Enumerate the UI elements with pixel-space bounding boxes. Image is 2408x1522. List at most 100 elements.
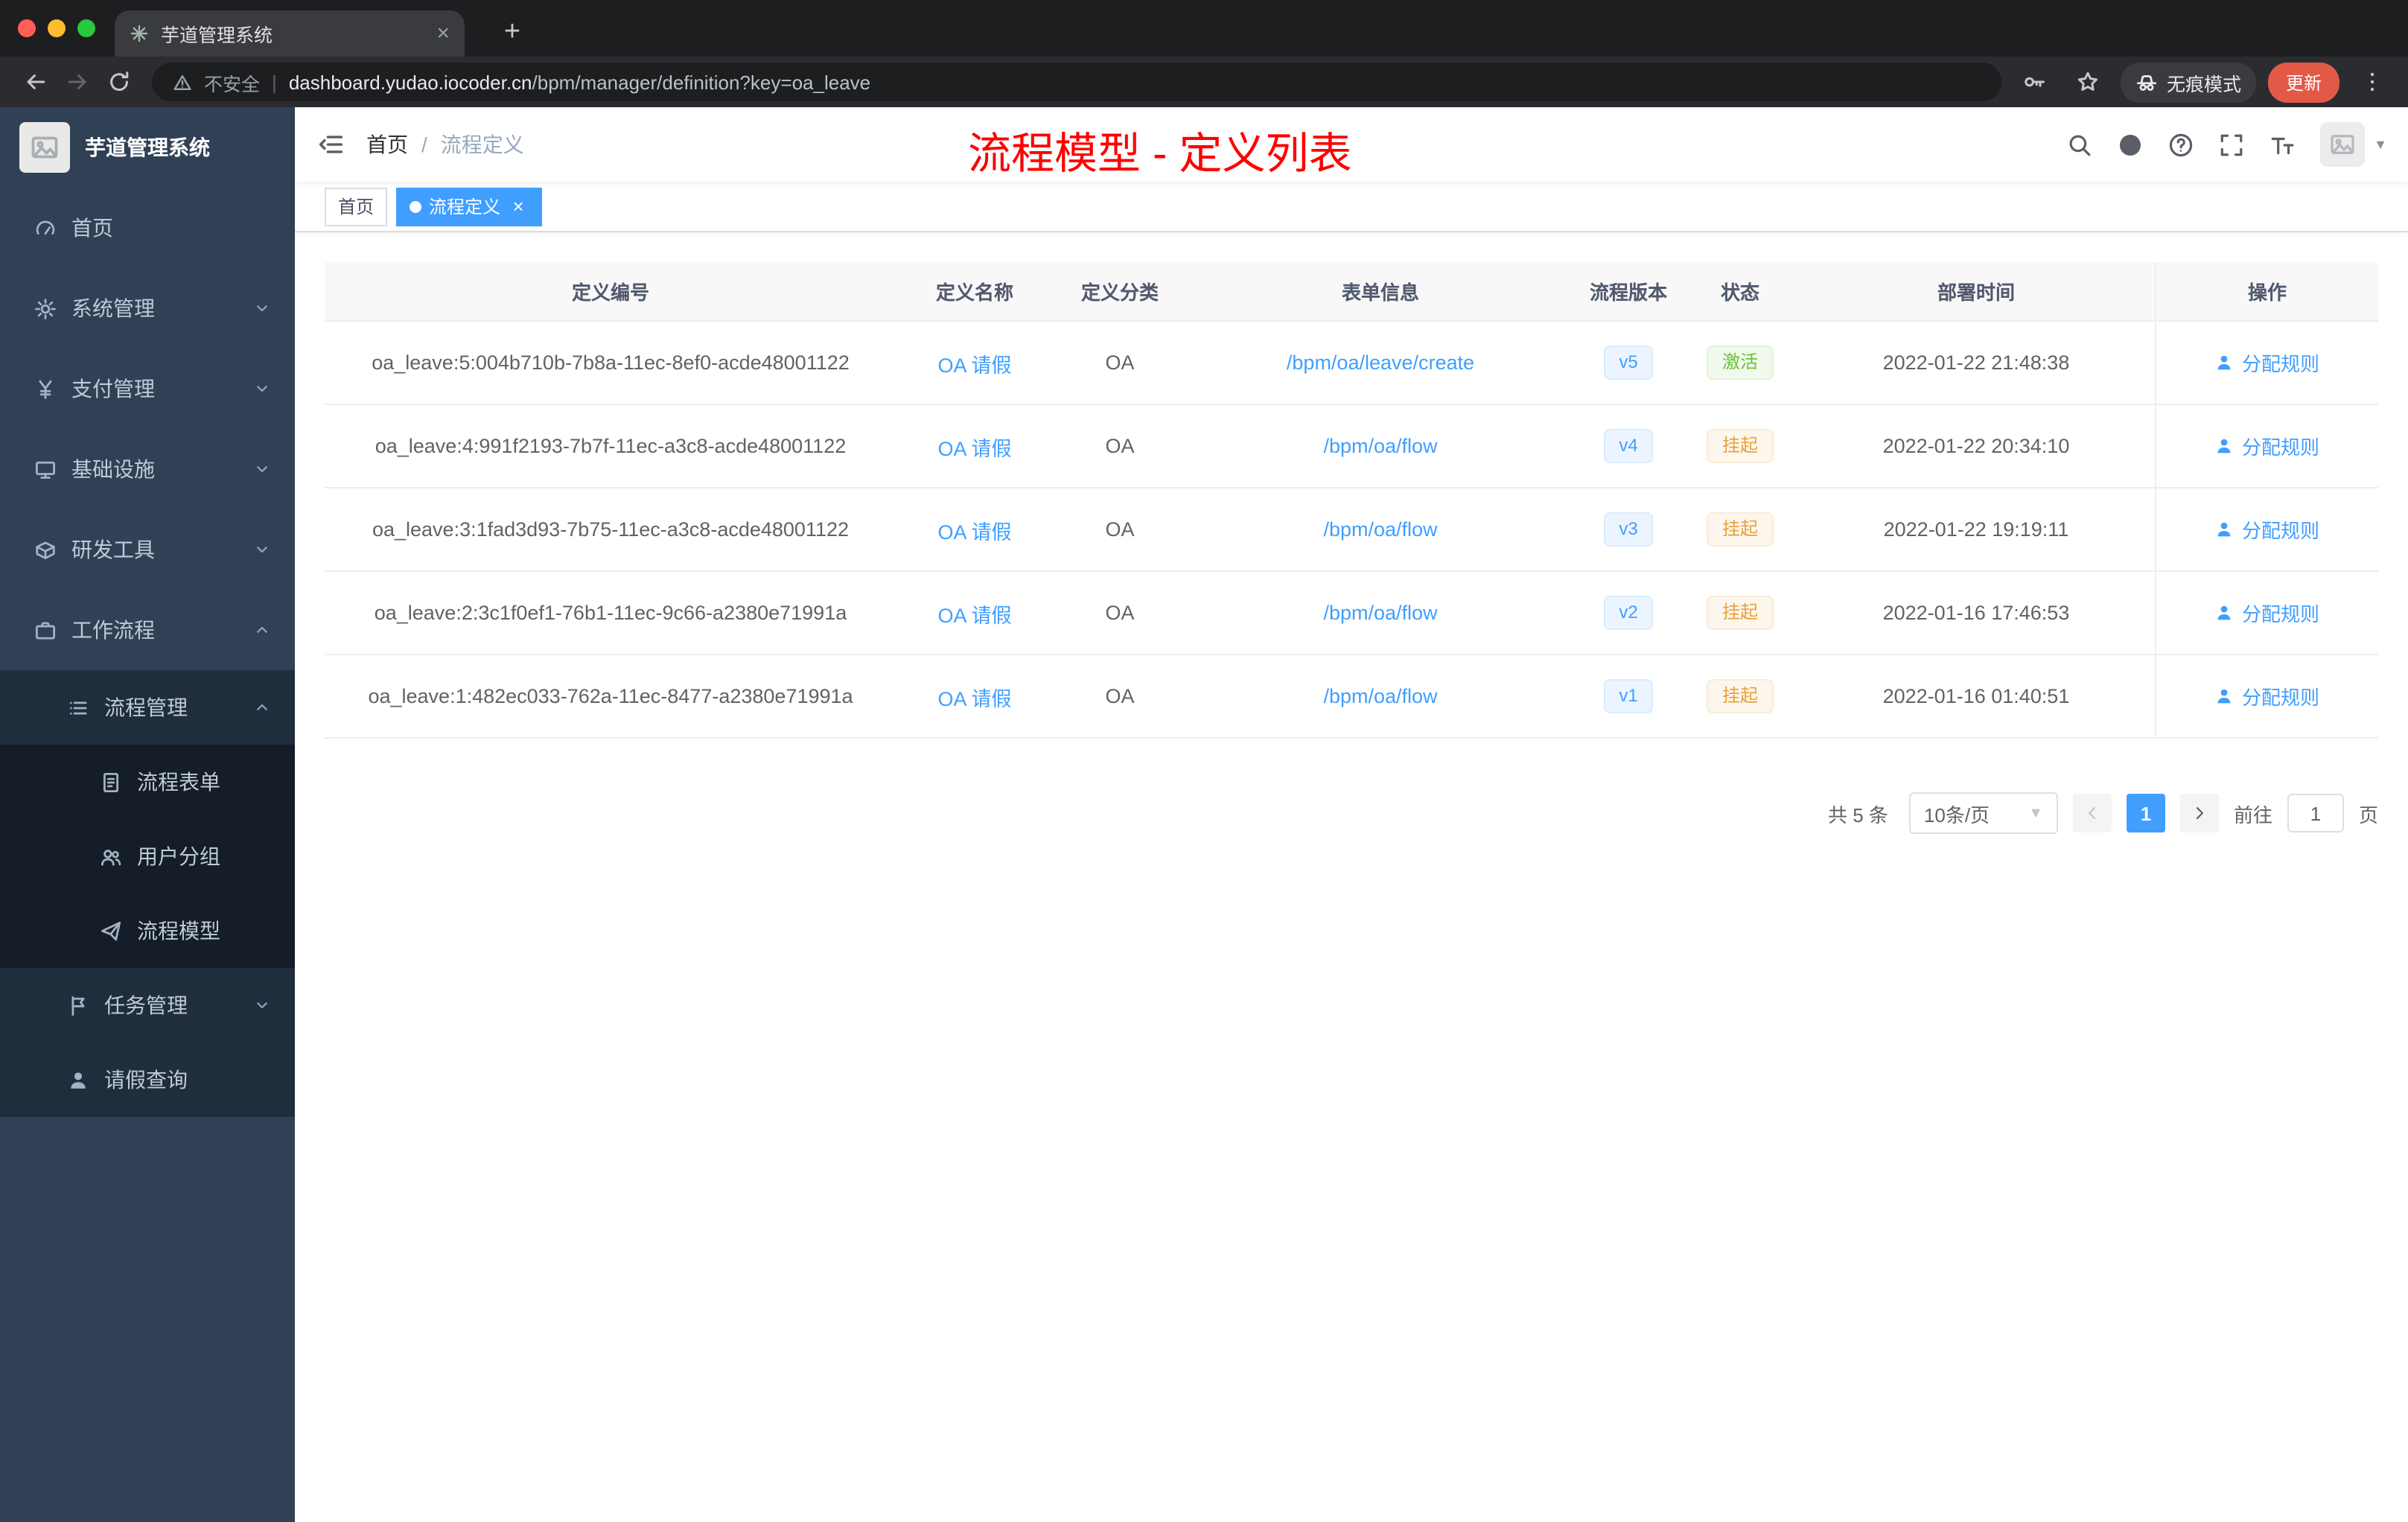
sidebar-item-home[interactable]: 首页	[0, 188, 295, 268]
sidebar-item-infrastructure[interactable]: 基础设施	[0, 429, 295, 509]
search-icon[interactable]	[2067, 132, 2092, 157]
assign-rule-link[interactable]: 分配规则	[2215, 348, 2319, 377]
url-text: dashboard.yudao.iocoder.cn/bpm/manager/d…	[289, 71, 870, 93]
definition-name-link[interactable]: OA 请假	[937, 515, 1011, 544]
form-link[interactable]: /bpm/oa/flow	[1323, 435, 1437, 457]
assign-rule-link[interactable]: 分配规则	[2215, 599, 2319, 627]
window-zoom-button[interactable]	[77, 19, 95, 37]
form-link[interactable]: /bpm/oa/flow	[1323, 602, 1437, 624]
reload-button[interactable]	[98, 61, 140, 103]
gear-icon	[33, 296, 57, 320]
assign-rule-link[interactable]: 分配规则	[2215, 432, 2319, 460]
briefcase-icon	[33, 618, 57, 642]
column-header-deploy-time: 部署时间	[1937, 281, 2015, 304]
form-link[interactable]: /bpm/oa/flow	[1323, 685, 1437, 707]
github-icon[interactable]	[2118, 132, 2143, 157]
back-button[interactable]	[15, 61, 57, 103]
definition-name-link[interactable]: OA 请假	[937, 348, 1011, 378]
header-actions: ▼	[2067, 122, 2408, 167]
sidebar-item-leave-query[interactable]: 请假查询	[0, 1042, 295, 1117]
prev-page-button[interactable]	[2072, 794, 2112, 832]
cell-status: 挂起	[1683, 655, 1797, 737]
new-tab-button[interactable]: +	[491, 12, 533, 54]
chevron-up-icon	[253, 621, 271, 639]
goto-unit: 页	[2358, 803, 2378, 826]
sidebar-item-payment-management[interactable]: 支付管理	[0, 348, 295, 429]
sidebar-item-task-management[interactable]: 任务管理	[0, 968, 295, 1042]
users-icon	[98, 844, 122, 868]
chevron-down-icon	[253, 380, 271, 398]
definition-name-link[interactable]: OA 请假	[937, 681, 1011, 711]
cell-form-info: /bpm/oa/flow	[1187, 405, 1574, 487]
sidebar-item-process-management[interactable]: 流程管理	[0, 670, 295, 745]
sidebar-item-workflow[interactable]: 工作流程	[0, 590, 295, 670]
tab-close-icon[interactable]: ×	[436, 22, 450, 45]
window-close-button[interactable]	[18, 19, 36, 37]
goto-page-input[interactable]	[2287, 794, 2344, 832]
column-header-definition-name: 定义名称	[935, 281, 1013, 304]
user-menu[interactable]: ▼	[2320, 122, 2387, 167]
cell-status: 挂起	[1683, 572, 1797, 654]
sidebar-item-process-model[interactable]: 流程模型	[0, 894, 295, 968]
pagination: 共 5 条 10条/页 ▼ 1 前往 页	[325, 792, 2378, 834]
status-badge: 挂起	[1707, 512, 1773, 547]
tag-close-icon[interactable]: ×	[508, 196, 529, 217]
browser-tab-strip: 芋道管理系统 × +	[0, 0, 2408, 57]
pagination-total: 共 5 条	[1828, 803, 1888, 826]
cell-process-version: v5	[1574, 322, 1683, 404]
help-icon[interactable]	[2168, 132, 2194, 157]
goto-label: 前往	[2233, 803, 2272, 826]
page-size-select[interactable]: 10条/页 ▼	[1908, 792, 2058, 834]
sidebar-item-label: 工作流程	[71, 618, 155, 642]
chevron-down-icon: ▼	[2028, 805, 2043, 821]
bookmark-star-icon[interactable]	[2067, 61, 2109, 103]
page-number-button[interactable]: 1	[2126, 794, 2165, 832]
next-page-button[interactable]	[2179, 794, 2219, 832]
forward-button[interactable]	[57, 61, 98, 103]
cell-status: 挂起	[1683, 405, 1797, 487]
sidebar-item-label: 流程模型	[137, 919, 220, 943]
definition-name-link[interactable]: OA 请假	[937, 431, 1011, 461]
update-button[interactable]: 更新	[2267, 62, 2339, 102]
sidebar: 芋道管理系统 首页 系统管理 支付管理 基础设施 研发工具 工作流程 流程管理 …	[0, 107, 295, 1522]
status-badge: 挂起	[1707, 428, 1773, 464]
tag-首页[interactable]: 首页	[325, 187, 388, 226]
version-badge: v1	[1604, 678, 1653, 714]
sidebar-item-dev-tools[interactable]: 研发工具	[0, 509, 295, 590]
app-header: 首页 / 流程定义 流程模型 - 定义列表 ▼	[295, 107, 2408, 182]
monitor-icon	[33, 457, 57, 481]
person-icon	[2215, 603, 2235, 623]
sidebar-item-system-management[interactable]: 系统管理	[0, 268, 295, 348]
breadcrumb: 首页 / 流程定义	[366, 130, 524, 159]
font-size-icon[interactable]	[2270, 132, 2295, 157]
form-link[interactable]: /bpm/oa/leave/create	[1287, 351, 1474, 374]
app-logo-row: 芋道管理系统	[0, 107, 295, 188]
cell-process-version: v1	[1574, 655, 1683, 737]
fullscreen-icon[interactable]	[2219, 132, 2244, 157]
cell-definition-name: OA 请假	[896, 572, 1053, 654]
person-icon	[2215, 520, 2235, 539]
assign-rule-link[interactable]: 分配规则	[2215, 515, 2319, 544]
form-link[interactable]: /bpm/oa/flow	[1323, 518, 1437, 541]
password-key-icon[interactable]	[2013, 61, 2055, 103]
window-minimize-button[interactable]	[48, 19, 66, 37]
sidebar-item-user-group[interactable]: 用户分组	[0, 819, 295, 894]
person-icon	[2215, 687, 2235, 706]
flag-icon	[66, 993, 89, 1017]
cell-deploy-time: 2022-01-22 21:48:38	[1882, 351, 2070, 374]
browser-tab[interactable]: 芋道管理系统 ×	[115, 10, 465, 57]
person-icon	[2215, 436, 2235, 456]
address-bar[interactable]: 不安全 | dashboard.yudao.iocoder.cn/bpm/man…	[152, 63, 2001, 101]
annotation-text: 流程模型 - 定义列表	[968, 131, 1352, 179]
sidebar-item-process-form[interactable]: 流程表单	[0, 745, 295, 819]
hamburger-icon[interactable]	[295, 131, 366, 158]
assign-rule-link[interactable]: 分配规则	[2215, 682, 2319, 710]
assign-rule-label: 分配规则	[2241, 436, 2319, 459]
browser-menu-icon[interactable]	[2351, 61, 2393, 103]
sidebar-item-label: 首页	[71, 216, 113, 240]
url-path: /bpm/manager/definition?key=oa_leave	[532, 71, 871, 93]
breadcrumb-home[interactable]: 首页	[366, 130, 408, 159]
tag-流程定义[interactable]: 流程定义 ×	[396, 187, 543, 226]
definition-name-link[interactable]: OA 请假	[937, 598, 1011, 628]
cell-category: OA	[1105, 518, 1135, 541]
